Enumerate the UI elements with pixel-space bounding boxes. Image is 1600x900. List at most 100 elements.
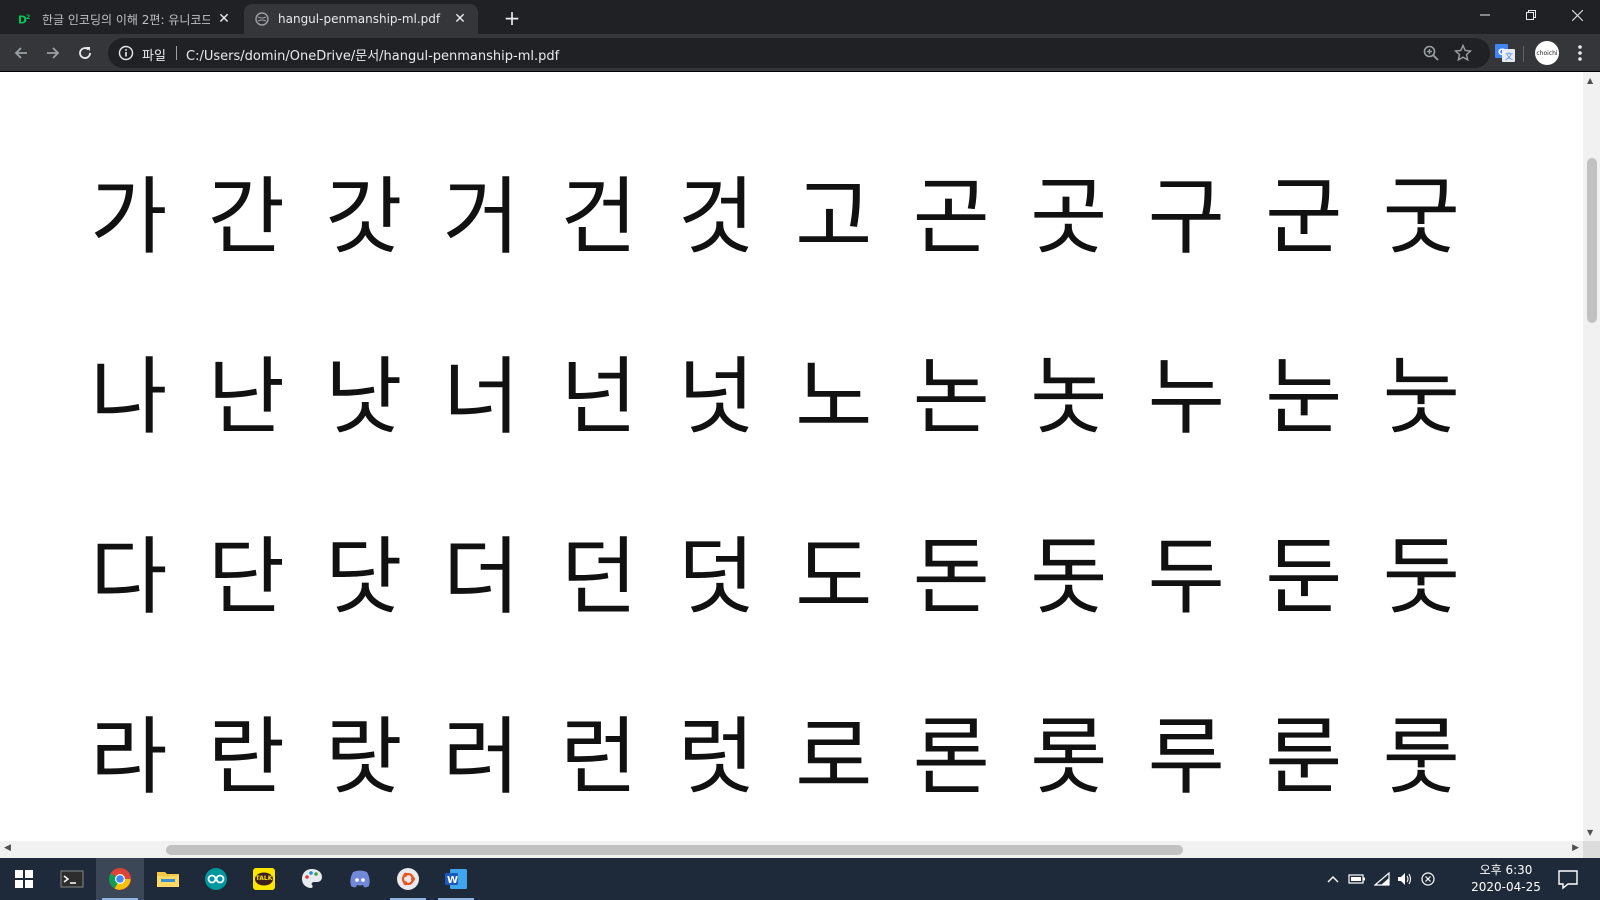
word-icon: W (445, 869, 467, 889)
wifi-icon[interactable] (1373, 870, 1391, 888)
scroll-left-arrow-icon[interactable]: ◀ (4, 843, 11, 853)
google-translate-icon[interactable]: G文 (1494, 42, 1516, 64)
scrollbar-corner (1583, 841, 1600, 858)
taskbar-terminal[interactable] (48, 858, 96, 900)
hangul-syllable: 누 (1147, 348, 1225, 446)
taskbar-ubuntu[interactable] (384, 858, 432, 900)
omnibox-separator (176, 46, 177, 60)
hangul-syllable: 넌 (560, 348, 638, 446)
tab-pdf[interactable]: hangul-penmanship-ml.pdf ✕ (244, 4, 478, 34)
horizontal-scroll-thumb[interactable] (166, 845, 1183, 855)
horizontal-scrollbar[interactable]: ◀ ▶ (0, 841, 1583, 858)
hangul-syllable: 러 (442, 708, 520, 806)
arduino-icon (205, 868, 227, 890)
taskbar-file-explorer[interactable] (144, 858, 192, 900)
windows-logo-icon (15, 870, 33, 888)
hangul-syllable: 넛 (677, 348, 755, 446)
more-menu-icon[interactable] (1570, 42, 1590, 64)
paint-palette-icon (302, 869, 322, 888)
scroll-right-arrow-icon[interactable]: ▶ (1572, 843, 1579, 853)
hangul-syllable: 구 (1147, 168, 1225, 266)
taskbar-kakaotalk[interactable]: TALK (240, 858, 288, 900)
chrome-icon (109, 868, 131, 890)
scheme-label: 파일 (142, 49, 166, 64)
tab-strip: D2 한글 인코딩의 이해 2편: 유니코드 ✕ hangul-penmansh… (0, 0, 1600, 34)
network-disconnected-icon[interactable] (1419, 870, 1437, 888)
hangul-syllable: 도 (795, 528, 873, 626)
globe-icon (254, 11, 270, 27)
clock-date: 2020-04-25 (1471, 880, 1541, 894)
forward-button[interactable] (39, 39, 67, 67)
hangul-syllable: 거 (442, 168, 520, 266)
address-bar[interactable]: 파일 C:/Users/domin/OneDrive/문서/hangul-pen… (108, 38, 1490, 68)
hangul-syllable: 라 (90, 708, 168, 806)
start-button[interactable] (0, 858, 48, 900)
hangul-syllable: 곤 (912, 168, 990, 266)
d2-favicon-icon: D2 (18, 11, 34, 27)
reload-button[interactable] (71, 39, 99, 67)
show-hidden-icons-chevron-icon[interactable] (1324, 870, 1342, 888)
new-tab-button[interactable]: + (500, 7, 524, 31)
hangul-syllable: 난 (207, 348, 285, 446)
svg-text:文: 文 (1505, 51, 1513, 61)
close-tab-icon[interactable]: ✕ (452, 11, 468, 27)
ubuntu-icon (397, 868, 419, 890)
minimize-button[interactable] (1462, 0, 1508, 30)
taskbar-arduino[interactable] (192, 858, 240, 900)
vertical-scroll-thumb[interactable] (1587, 158, 1597, 323)
hangul-syllable: 눈 (1265, 348, 1343, 446)
tab-title: 한글 인코딩의 이해 2편: 유니코드 (42, 12, 210, 27)
tab-blog[interactable]: D2 한글 인코딩의 이해 2편: 유니코드 ✕ (8, 4, 242, 34)
hangul-syllable: 갓 (325, 168, 403, 266)
arrow-right-icon (47, 47, 60, 59)
scroll-up-arrow-icon[interactable]: ▲ (1587, 76, 1593, 85)
info-icon (118, 45, 134, 61)
hangul-syllable: 론 (912, 708, 990, 806)
hangul-syllable: 란 (207, 708, 285, 806)
bookmark-star-icon[interactable] (1454, 44, 1472, 62)
hangul-syllable: 너 (442, 348, 520, 446)
back-button[interactable] (7, 39, 35, 67)
hangul-syllable: 논 (912, 348, 990, 446)
hangul-syllable: 룬 (1265, 708, 1343, 806)
hangul-syllable: 더 (442, 528, 520, 626)
hangul-syllable: 고 (795, 168, 873, 266)
hangul-syllable: 낫 (325, 348, 403, 446)
battery-icon[interactable] (1348, 870, 1366, 888)
hangul-syllable: 건 (560, 168, 638, 266)
hangul-syllable: 놋 (1030, 348, 1108, 446)
system-clock[interactable]: 오후 6:30 2020-04-25 (1466, 862, 1546, 896)
hangul-syllable: 둔 (1265, 528, 1343, 626)
folder-icon (157, 872, 179, 887)
hangul-syllable: 루 (1147, 708, 1225, 806)
vertical-scrollbar[interactable]: ▲ ▼ (1583, 72, 1600, 841)
hangul-syllable: 단 (207, 528, 285, 626)
syllable-row: 나난낫너넌넛노논놋누눈눗 (70, 347, 1480, 527)
hangul-syllable: 간 (207, 168, 285, 266)
clock-time: 오후 6:30 (1479, 863, 1533, 877)
scroll-down-arrow-icon[interactable]: ▼ (1587, 828, 1593, 837)
close-tab-icon[interactable]: ✕ (216, 11, 232, 27)
taskbar-chrome[interactable] (96, 858, 144, 900)
hangul-syllable: 것 (677, 168, 755, 266)
restore-button[interactable] (1508, 0, 1554, 30)
pdf-viewport[interactable]: 가간갓거건것고곤곳구군굿나난낫너넌넛노논놋누눈눗다단닷더던덧도돈돗두둔둣라란랏러… (0, 72, 1583, 841)
action-center-icon[interactable] (1556, 868, 1580, 890)
tab-title: hangul-penmanship-ml.pdf (278, 12, 441, 26)
hangul-syllable: 다 (90, 528, 168, 626)
volume-icon[interactable] (1396, 870, 1414, 888)
taskbar-discord[interactable] (336, 858, 384, 900)
hangul-syllable: 롯 (1030, 708, 1108, 806)
url-text[interactable]: C:/Users/domin/OneDrive/문서/hangul-penman… (186, 45, 559, 64)
taskbar-word[interactable]: W (432, 858, 480, 900)
terminal-icon (60, 870, 84, 888)
browser-toolbar: 파일 C:/Users/domin/OneDrive/문서/hangul-pen… (0, 34, 1600, 72)
svg-text:2: 2 (26, 14, 30, 21)
zoom-icon[interactable] (1422, 44, 1440, 62)
close-window-button[interactable] (1554, 0, 1600, 30)
hangul-syllable: 눗 (1382, 348, 1460, 446)
hangul-grid: 가간갓거건것고곤곳구군굿나난낫너넌넛노논놋누눈눗다단닷더던덧도돈돗두둔둣라란랏러… (70, 167, 1480, 841)
taskbar-paint[interactable] (288, 858, 336, 900)
hangul-syllable: 곳 (1030, 168, 1108, 266)
profile-avatar[interactable]: choichi (1535, 41, 1559, 65)
